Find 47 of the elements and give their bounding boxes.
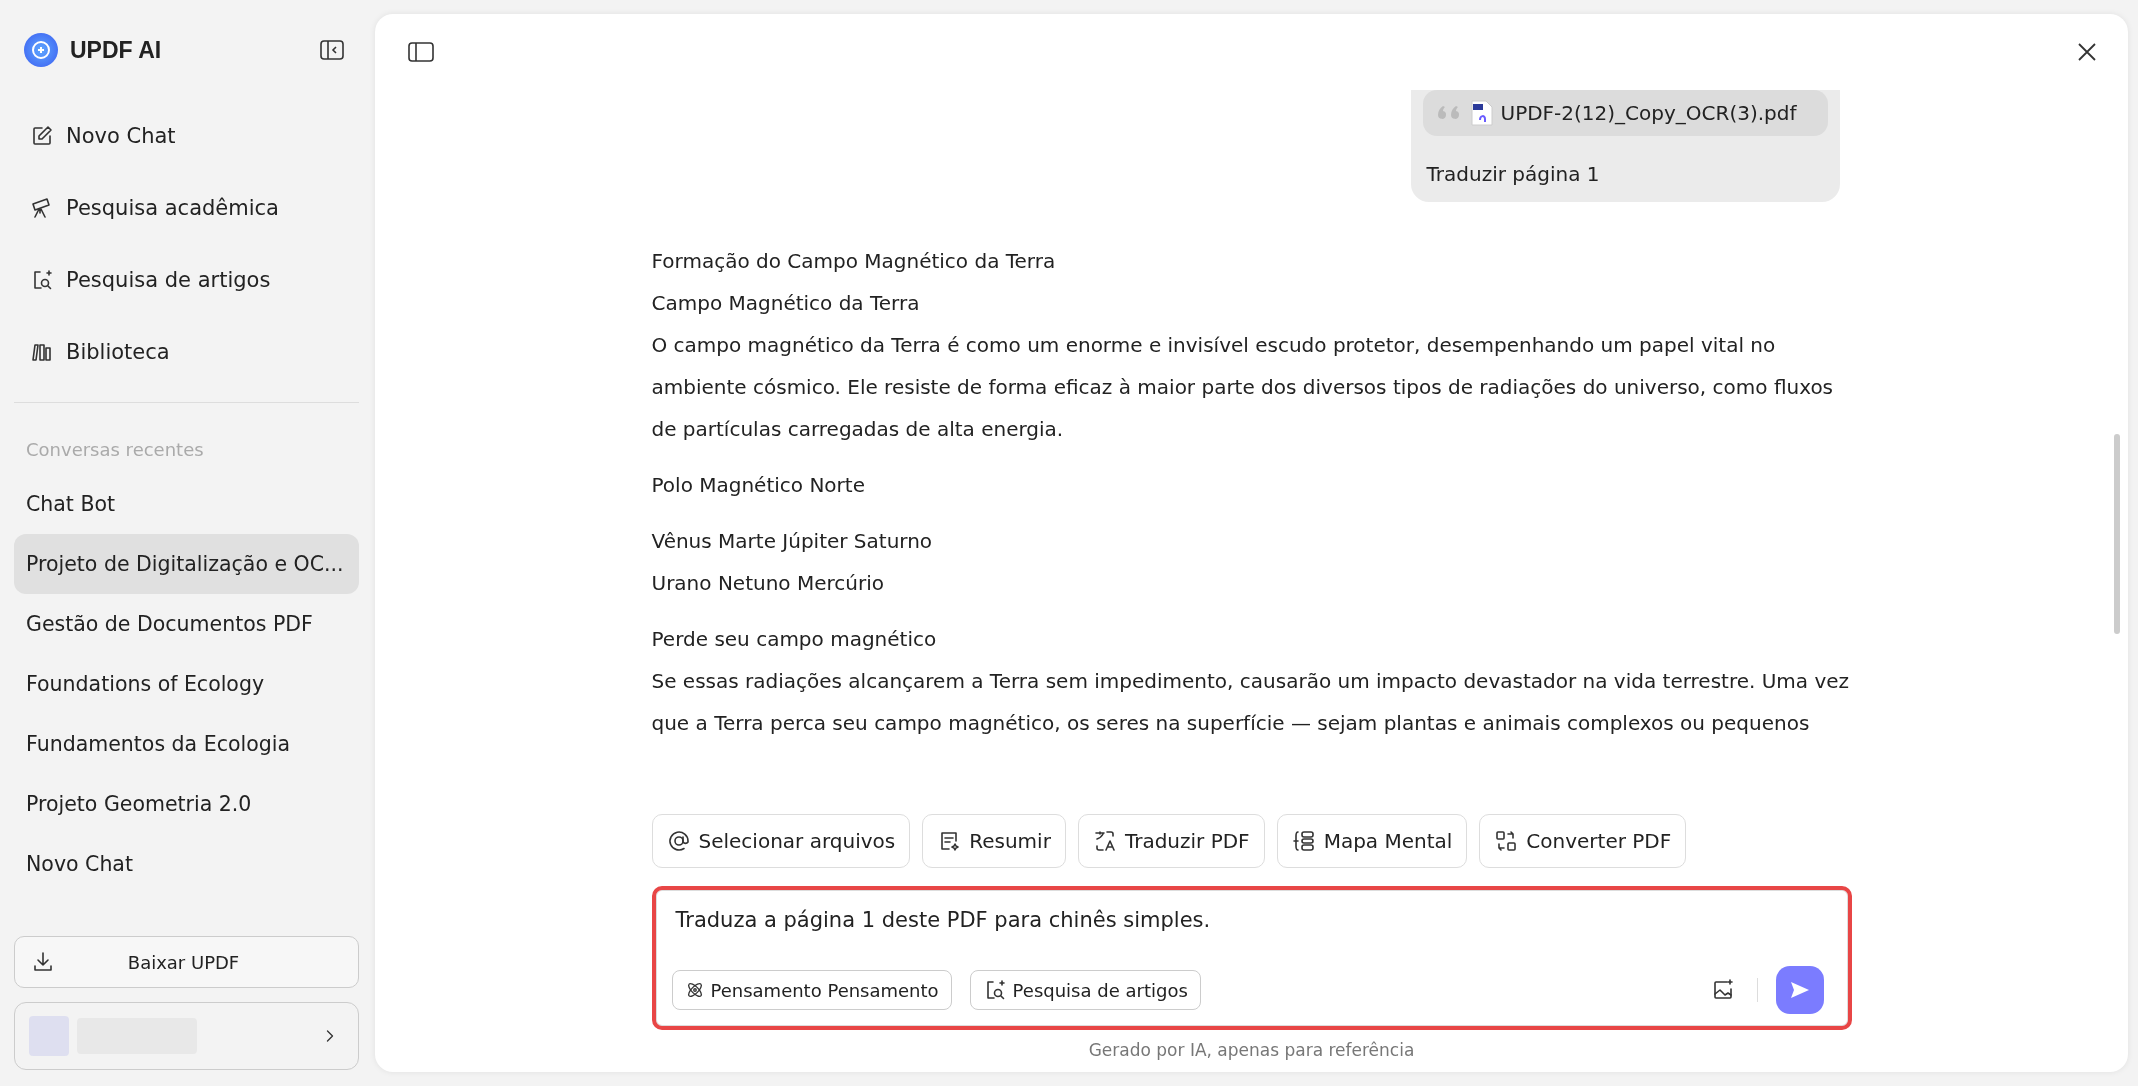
conversation-item[interactable]: Fundamentos da Ecologia [14, 714, 359, 774]
message-input[interactable]: Traduza a página 1 deste PDF para chinês simples. Pensamento Pensamento Pesquisa de artigos [651, 886, 1852, 1030]
section-heading: Conversas recentes [25, 438, 205, 462]
download-icon [31, 950, 55, 974]
download-button[interactable]: Baixar UPDF [14, 936, 359, 988]
answer-text: O campo magnético da Terra é como um enorme e invisível escudo protetor, desempenhando um papel vital no ambiente cósmico. Ele resiste de forma eficaz à maior parte dos diversos tipos de radiações do universo, como fluxos de partículas carregadas de alta energia. [651, 332, 1835, 443]
option-chip[interactable]: Pesquisa de artigos [969, 970, 1201, 1010]
answer-text: Vênus Marte Júpiter Saturno [651, 528, 934, 555]
nav-item[interactable]: Pesquisa acadêmica [14, 172, 359, 244]
at-icon [666, 829, 691, 853]
answer-text: Formação do Campo Magnético da Terra [651, 248, 1057, 275]
brand-name: UPDF AI [70, 36, 163, 64]
edit-icon [30, 124, 54, 148]
tool-button[interactable]: Mapa Mental [1276, 814, 1468, 868]
option-chip[interactable]: Pensamento Pensamento [671, 970, 952, 1010]
file-name: UPDF-2(12)_Copy_OCR(3).pdf [1500, 101, 1797, 125]
logo-icon [24, 33, 58, 67]
tool-button[interactable]: Converter PDF [1479, 814, 1687, 868]
conversation-item[interactable]: Projeto Geometria 2.0 [14, 774, 359, 834]
translate-icon [1092, 829, 1117, 853]
scrollbar[interactable] [2114, 434, 2120, 634]
tool-button[interactable]: Selecionar arquivos [651, 814, 911, 868]
conversation-item[interactable]: Chat Bot [14, 474, 359, 534]
nav-item[interactable]: Biblioteca [14, 316, 359, 388]
answer-text: Polo Magnético Norte [651, 472, 866, 499]
conversation-item[interactable]: Foundations of Ecology [14, 654, 359, 714]
answer-text: Campo Magnético da Terra [651, 290, 921, 317]
send-button[interactable] [1775, 966, 1824, 1014]
sidebar-collapse-icon [319, 38, 345, 62]
conversation-item[interactable]: Novo Chat [14, 834, 359, 894]
mind-map-icon [1291, 829, 1316, 853]
nav-item[interactable]: Pesquisa de artigos [14, 244, 359, 316]
answer-text: Se essas radiações alcançarem a Terra sem impedimento, causarão um impacto devastador na vida terrestre. Uma vez que a Terra perca seu campo magnético, os seres na superfície — sejam plantas e animais complexos ou pequenos [651, 668, 1851, 737]
convert-icon [1494, 829, 1519, 853]
nav-item[interactable]: Novo Chat [14, 100, 359, 172]
conversation-item[interactable]: Gestão de Documentos PDF [14, 594, 359, 654]
answer-text: Perde seu campo magnético [651, 626, 938, 653]
attachment-chip[interactable]: UPDF-2(12)_Copy_OCR(3).pdf [1422, 90, 1828, 136]
close-icon [2076, 41, 2098, 63]
message-text: Traduzir página 1 [1425, 161, 1601, 186]
conversation-item[interactable]: Projeto de Digitalização e OC... [14, 534, 359, 594]
answer-text: Urano Netuno Mercúrio [651, 570, 885, 597]
tool-button[interactable]: Resumir [922, 814, 1066, 868]
pdf-file-icon [1470, 100, 1493, 126]
sidebar-panel-icon [407, 40, 435, 64]
disclaimer-text: Gerado por IA, apenas para referência [1087, 1039, 1416, 1062]
tool-button[interactable]: Traduzir PDF [1077, 814, 1265, 868]
